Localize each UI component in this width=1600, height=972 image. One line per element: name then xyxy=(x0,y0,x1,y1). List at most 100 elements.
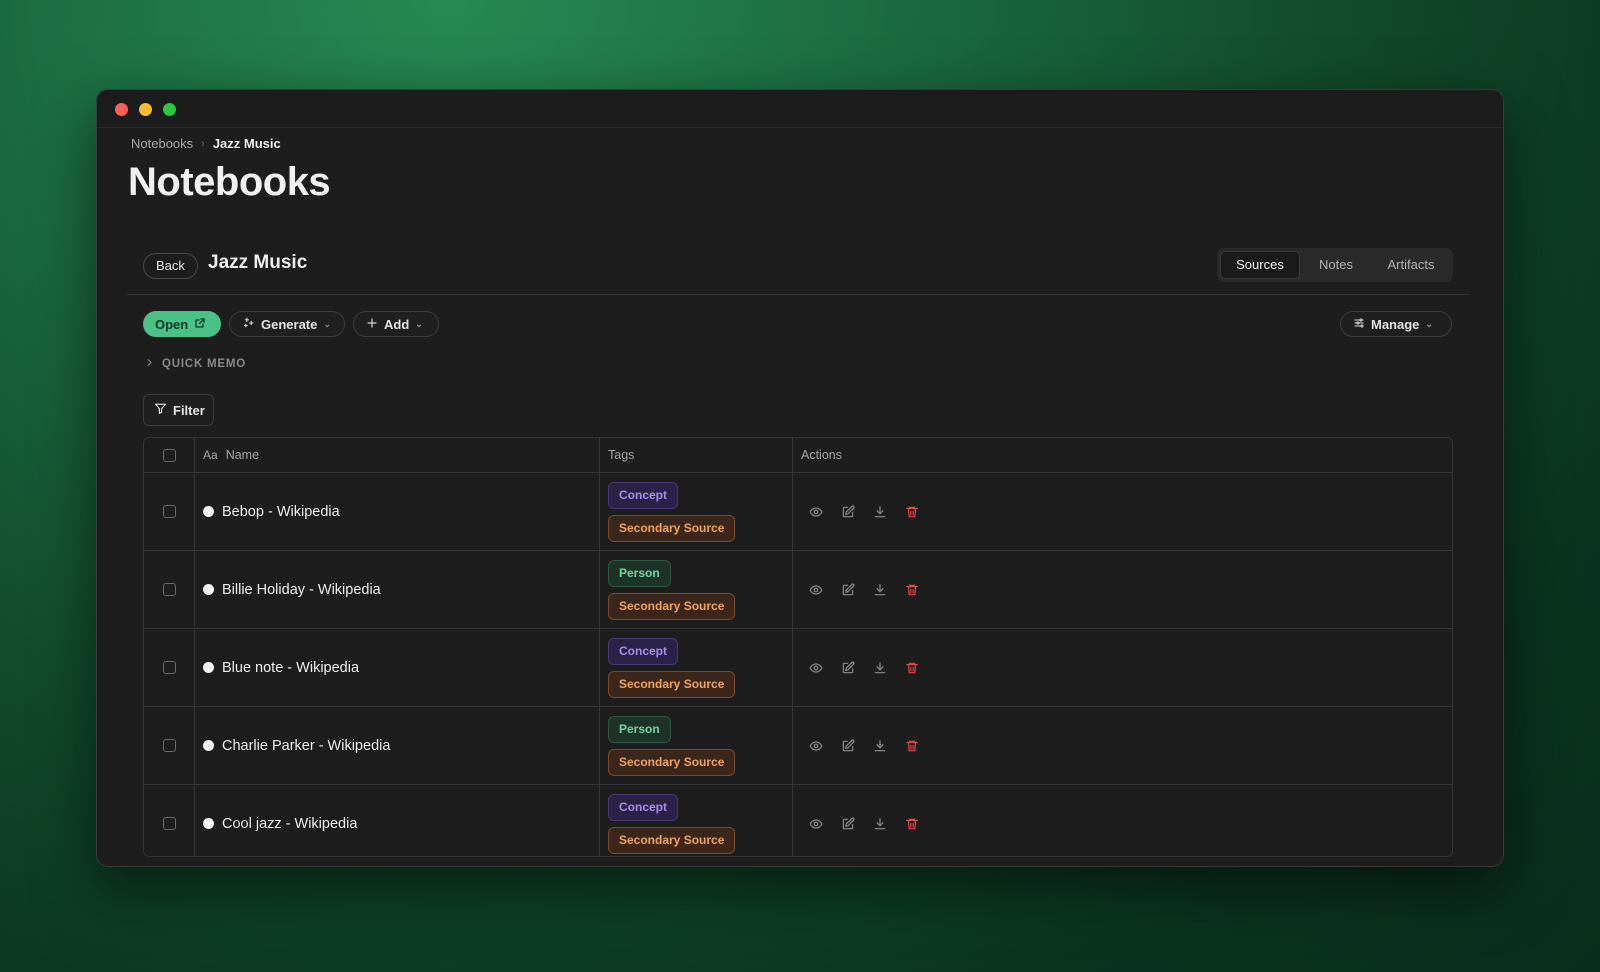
quick-memo-toggle[interactable]: QUICK MEMO xyxy=(145,358,246,370)
row-name[interactable]: Charlie Parker - Wikipedia xyxy=(222,738,390,754)
tag-secondary-source[interactable]: Secondary Source xyxy=(608,670,736,698)
table-row[interactable]: Charlie Parker - Wikipedia Person Seconda… xyxy=(144,707,1452,785)
tag-concept[interactable]: Concept xyxy=(608,793,678,821)
back-button[interactable]: Back xyxy=(143,253,198,279)
row-name-cell: Bebop - Wikipedia xyxy=(195,473,600,550)
row-actions xyxy=(801,581,921,599)
row-name[interactable]: Bebop - Wikipedia xyxy=(222,504,340,520)
row-checkbox[interactable] xyxy=(162,505,176,518)
row-checkbox[interactable] xyxy=(162,739,176,752)
eye-icon[interactable] xyxy=(807,581,825,599)
row-name-cell: Charlie Parker - Wikipedia xyxy=(195,707,600,784)
table-row[interactable]: Billie Holiday - Wikipedia Person Seconda… xyxy=(144,551,1452,629)
maximize-window-button[interactable] xyxy=(163,103,176,116)
tag-secondary-source[interactable]: Secondary Source xyxy=(608,826,736,854)
header-tags-cell[interactable]: Tags xyxy=(600,438,793,472)
header-divider xyxy=(127,294,1469,295)
header-name-cell[interactable]: Aa Name xyxy=(195,438,600,472)
edit-icon[interactable] xyxy=(839,503,857,521)
tab-sources[interactable]: Sources xyxy=(1220,251,1300,279)
row-actions-cell xyxy=(793,629,1452,706)
chevron-down-icon: ⌄ xyxy=(323,318,331,329)
view-tabs: Sources Notes Artifacts xyxy=(1217,248,1453,282)
row-name[interactable]: Blue note - Wikipedia xyxy=(222,660,359,676)
row-name[interactable]: Cool jazz - Wikipedia xyxy=(222,816,357,832)
row-actions-cell xyxy=(793,473,1452,550)
sliders-icon xyxy=(1353,317,1365,332)
tag-secondary-source[interactable]: Secondary Source xyxy=(608,748,736,776)
table-header: Aa Name Tags Actions xyxy=(144,438,1452,473)
header-actions: Actions xyxy=(801,448,842,462)
row-name[interactable]: Billie Holiday - Wikipedia xyxy=(222,582,381,598)
row-checkbox[interactable] xyxy=(162,583,176,596)
row-check-cell xyxy=(144,785,195,856)
status-dot-icon xyxy=(203,662,214,673)
eye-icon[interactable] xyxy=(807,737,825,755)
title-bar xyxy=(97,90,1503,128)
table-body: Bebop - Wikipedia Concept Secondary Sourc… xyxy=(144,473,1452,856)
page-title: Notebooks xyxy=(128,160,331,204)
add-button[interactable]: Add ⌄ xyxy=(353,311,439,337)
row-actions-cell xyxy=(793,551,1452,628)
tab-artifacts[interactable]: Artifacts xyxy=(1372,251,1450,279)
sparkles-icon xyxy=(242,316,255,332)
header-actions-cell: Actions xyxy=(793,438,1452,472)
filter-button[interactable]: Filter xyxy=(143,394,214,426)
row-checkbox[interactable] xyxy=(162,661,176,674)
edit-icon[interactable] xyxy=(839,815,857,833)
status-dot-icon xyxy=(203,818,214,829)
breadcrumb-root[interactable]: Notebooks xyxy=(131,136,193,151)
trash-icon[interactable] xyxy=(903,503,921,521)
download-icon[interactable] xyxy=(871,503,889,521)
notebook-title: Jazz Music xyxy=(208,252,308,273)
trash-icon[interactable] xyxy=(903,581,921,599)
status-dot-icon xyxy=(203,740,214,751)
row-check-cell xyxy=(144,551,195,628)
select-all-checkbox[interactable] xyxy=(162,448,176,462)
generate-label: Generate xyxy=(261,316,318,332)
manage-button[interactable]: Manage ⌄ xyxy=(1340,311,1452,337)
download-icon[interactable] xyxy=(871,659,889,677)
row-check-cell xyxy=(144,629,195,706)
table-row[interactable]: Bebop - Wikipedia Concept Secondary Sourc… xyxy=(144,473,1452,551)
tab-notes[interactable]: Notes xyxy=(1300,251,1372,279)
open-button[interactable]: Open xyxy=(143,311,221,337)
tag-concept[interactable]: Concept xyxy=(608,481,678,509)
row-tags-cell: Person Secondary Source xyxy=(600,707,793,784)
row-checkbox[interactable] xyxy=(162,817,176,830)
row-actions-cell xyxy=(793,707,1452,784)
row-check-cell xyxy=(144,473,195,550)
download-icon[interactable] xyxy=(871,737,889,755)
minimize-window-button[interactable] xyxy=(139,103,152,116)
tag-secondary-source[interactable]: Secondary Source xyxy=(608,514,736,542)
table-row[interactable]: Cool jazz - Wikipedia Concept Secondary S… xyxy=(144,785,1452,856)
eye-icon[interactable] xyxy=(807,659,825,677)
plus-icon xyxy=(366,317,378,332)
row-check-cell xyxy=(144,707,195,784)
trash-icon[interactable] xyxy=(903,815,921,833)
tag-concept[interactable]: Concept xyxy=(608,637,678,665)
row-actions xyxy=(801,503,921,521)
close-window-button[interactable] xyxy=(115,103,128,116)
edit-icon[interactable] xyxy=(839,581,857,599)
edit-icon[interactable] xyxy=(839,659,857,677)
tag-person[interactable]: Person xyxy=(608,715,671,743)
eye-icon[interactable] xyxy=(807,503,825,521)
eye-icon[interactable] xyxy=(807,815,825,833)
table-row[interactable]: Blue note - Wikipedia Concept Secondary S… xyxy=(144,629,1452,707)
trash-icon[interactable] xyxy=(903,737,921,755)
trash-icon[interactable] xyxy=(903,659,921,677)
breadcrumb-separator-icon: › xyxy=(201,137,205,150)
row-actions-cell xyxy=(793,785,1452,856)
manage-label: Manage xyxy=(1371,316,1420,332)
generate-button[interactable]: Generate ⌄ xyxy=(229,311,345,337)
edit-icon[interactable] xyxy=(839,737,857,755)
chevron-down-icon: ⌄ xyxy=(1425,318,1433,329)
tag-person[interactable]: Person xyxy=(608,559,671,587)
row-name-cell: Cool jazz - Wikipedia xyxy=(195,785,600,856)
download-icon[interactable] xyxy=(871,815,889,833)
row-actions xyxy=(801,737,921,755)
download-icon[interactable] xyxy=(871,581,889,599)
quick-memo-label: QUICK MEMO xyxy=(162,358,247,370)
tag-secondary-source[interactable]: Secondary Source xyxy=(608,592,736,620)
